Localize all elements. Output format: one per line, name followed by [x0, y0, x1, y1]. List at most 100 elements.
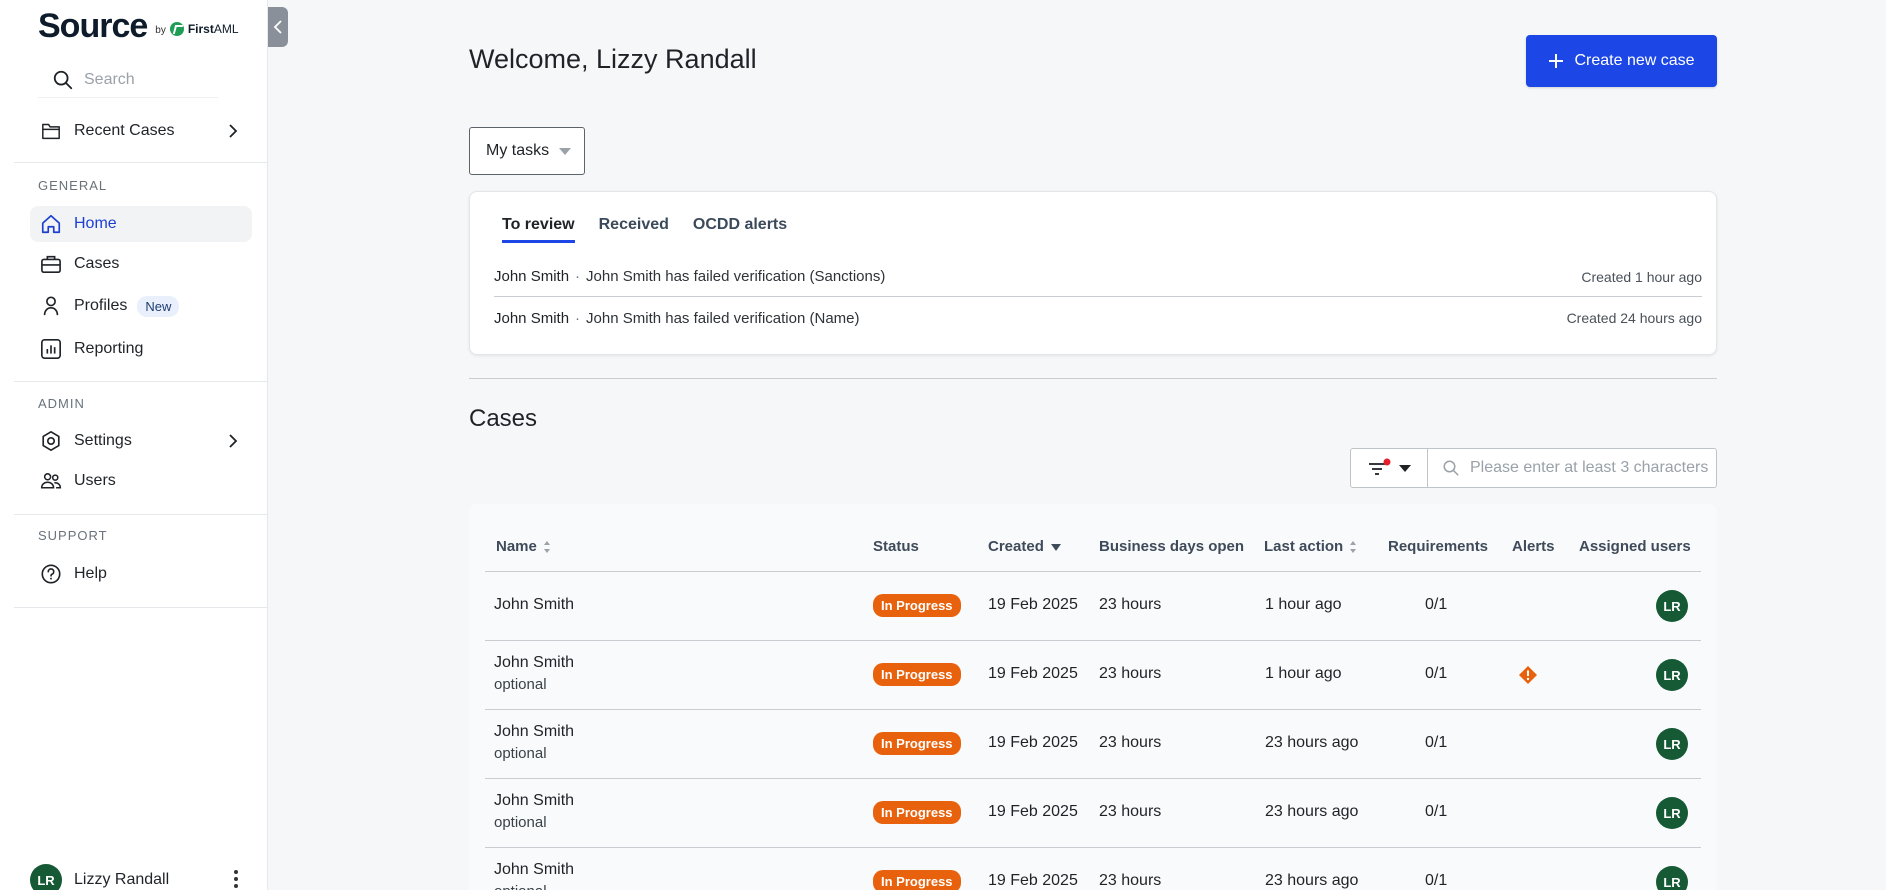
tasks-tabs: To review Received OCDD alerts [502, 216, 787, 243]
new-badge: New [137, 295, 180, 317]
collapse-sidebar-button[interactable] [268, 7, 288, 47]
case-name: John Smith optional [494, 792, 574, 831]
separator-dot: · [575, 268, 581, 285]
tab-to-review[interactable]: To review [502, 216, 575, 243]
task-time: Created 1 hour ago [1581, 268, 1702, 285]
avatar[interactable]: LR [1656, 866, 1688, 890]
sort-icon [543, 540, 550, 553]
case-last-action: 1 hour ago [1265, 665, 1342, 682]
filter-button[interactable] [1350, 448, 1428, 488]
task-item[interactable]: John Smith · John Smith has failed verif… [494, 257, 1702, 297]
sort-desc-icon [1050, 543, 1061, 551]
sidebar-item-help[interactable]: Help [30, 556, 252, 592]
my-tasks-dropdown[interactable]: My tasks [469, 127, 585, 175]
brand-logo[interactable]: Source by First AML [38, 8, 239, 44]
brand-partner-second: AML [213, 22, 239, 36]
column-header-label: Name [496, 538, 537, 555]
create-new-case-button[interactable]: Create new case [1526, 35, 1717, 87]
sidebar-item-label: Users [74, 472, 116, 489]
tab-ocdd-alerts[interactable]: OCDD alerts [693, 216, 787, 243]
alert-warning-icon[interactable] [1518, 665, 1538, 685]
table-row[interactable]: John Smith optional In Progress 19 Feb 2… [485, 779, 1701, 848]
tab-received[interactable]: Received [599, 216, 669, 243]
search-icon [1443, 460, 1459, 476]
sidebar-item-reporting[interactable]: Reporting [30, 331, 252, 367]
column-header-label: Last action [1264, 538, 1344, 555]
sidebar-item-cases[interactable]: Cases [30, 246, 252, 282]
table-row[interactable]: John Smith In Progress 19 Feb 2025 23 ho… [485, 572, 1701, 641]
case-name-text: John Smith [494, 654, 575, 671]
column-header-created[interactable]: Created [988, 538, 1062, 555]
avatar[interactable]: LR [1656, 590, 1688, 622]
case-requirements: 0/1 [1425, 665, 1448, 682]
create-new-case-label: Create new case [1574, 52, 1695, 69]
person-icon [40, 295, 62, 317]
case-days-open: 23 hours [1099, 872, 1162, 889]
task-subject: John Smith [494, 309, 570, 327]
folder-icon [40, 120, 62, 142]
task-time: Created 24 hours ago [1566, 310, 1702, 326]
firstaml-logo-icon [169, 22, 184, 36]
sidebar-item-label: Reporting [74, 340, 144, 357]
avatar[interactable]: LR [1656, 797, 1688, 829]
brand-by: by [155, 25, 166, 36]
case-name: John Smith [494, 596, 574, 614]
tasks-card: To review Received OCDD alerts John Smit… [469, 191, 1717, 355]
sidebar-item-label: Cases [74, 255, 120, 272]
my-tasks-label: My tasks [486, 142, 550, 159]
sidebar-item-label: Profiles [74, 297, 128, 314]
table-row[interactable]: John Smith optional In Progress 19 Feb 2… [485, 710, 1701, 779]
case-created: 19 Feb 2025 [988, 665, 1078, 682]
case-name-text: John Smith [494, 792, 575, 809]
case-created: 19 Feb 2025 [988, 803, 1078, 820]
sidebar-item-recent-cases[interactable]: Recent Cases [30, 113, 252, 149]
status-badge: In Progress [873, 801, 961, 824]
plus-icon [1549, 54, 1564, 68]
status-badge: In Progress [873, 732, 961, 755]
task-item[interactable]: John Smith · John Smith has failed verif… [494, 298, 1702, 338]
column-header-requirements: Requirements [1388, 538, 1488, 555]
avatar[interactable]: LR [1656, 728, 1688, 760]
case-days-open: 23 hours [1099, 665, 1162, 682]
case-last-action: 23 hours ago [1265, 734, 1359, 751]
sidebar-item-users[interactable]: Users [30, 463, 252, 499]
sidebar-search [38, 62, 218, 98]
chevron-right-icon [228, 123, 238, 144]
page-title: Welcome, Lizzy Randall [469, 44, 757, 74]
case-name: John Smith optional [494, 654, 574, 693]
kebab-menu-icon[interactable] [234, 870, 238, 888]
case-created: 19 Feb 2025 [988, 734, 1078, 751]
case-name-text: John Smith [494, 596, 575, 613]
case-days-open: 23 hours [1099, 734, 1162, 751]
case-requirements: 0/1 [1425, 803, 1448, 820]
column-header-label: Status [873, 538, 919, 555]
section-divider [469, 378, 1717, 379]
table-row[interactable]: John Smith optional In Progress 19 Feb 2… [485, 641, 1701, 710]
column-header-last-action[interactable]: Last action [1264, 538, 1357, 555]
home-icon [40, 213, 62, 235]
cases-search [1427, 448, 1717, 488]
column-header-label: Assigned users [1579, 538, 1691, 555]
gear-icon [40, 430, 62, 452]
avatar[interactable]: LR [1656, 659, 1688, 691]
status-badge: In Progress [873, 870, 961, 890]
sidebar-item-profiles[interactable]: Profiles New [30, 288, 252, 324]
sidebar-divider [14, 607, 268, 608]
case-subtitle: optional [494, 883, 574, 890]
case-last-action: 23 hours ago [1265, 872, 1359, 889]
cases-search-input[interactable] [1470, 459, 1710, 477]
section-label-general: GENERAL [38, 178, 108, 193]
sidebar-item-settings[interactable]: Settings [30, 423, 252, 459]
table-row[interactable]: John Smith optional In Progress 19 Feb 2… [485, 848, 1701, 890]
column-header-days-open: Business days open [1099, 538, 1244, 555]
case-days-open: 23 hours [1099, 596, 1162, 613]
column-header-name[interactable]: Name [496, 538, 551, 555]
case-subtitle: optional [494, 814, 547, 831]
sidebar-item-label: Recent Cases [74, 122, 175, 139]
user-menu[interactable]: LR Lizzy Randall [30, 862, 252, 890]
sidebar-item-home[interactable]: Home [30, 206, 252, 242]
sidebar-item-label: Settings [74, 432, 132, 449]
sidebar-divider [14, 162, 268, 163]
task-subject: John Smith [494, 268, 570, 285]
sidebar-search-input[interactable] [84, 70, 214, 89]
